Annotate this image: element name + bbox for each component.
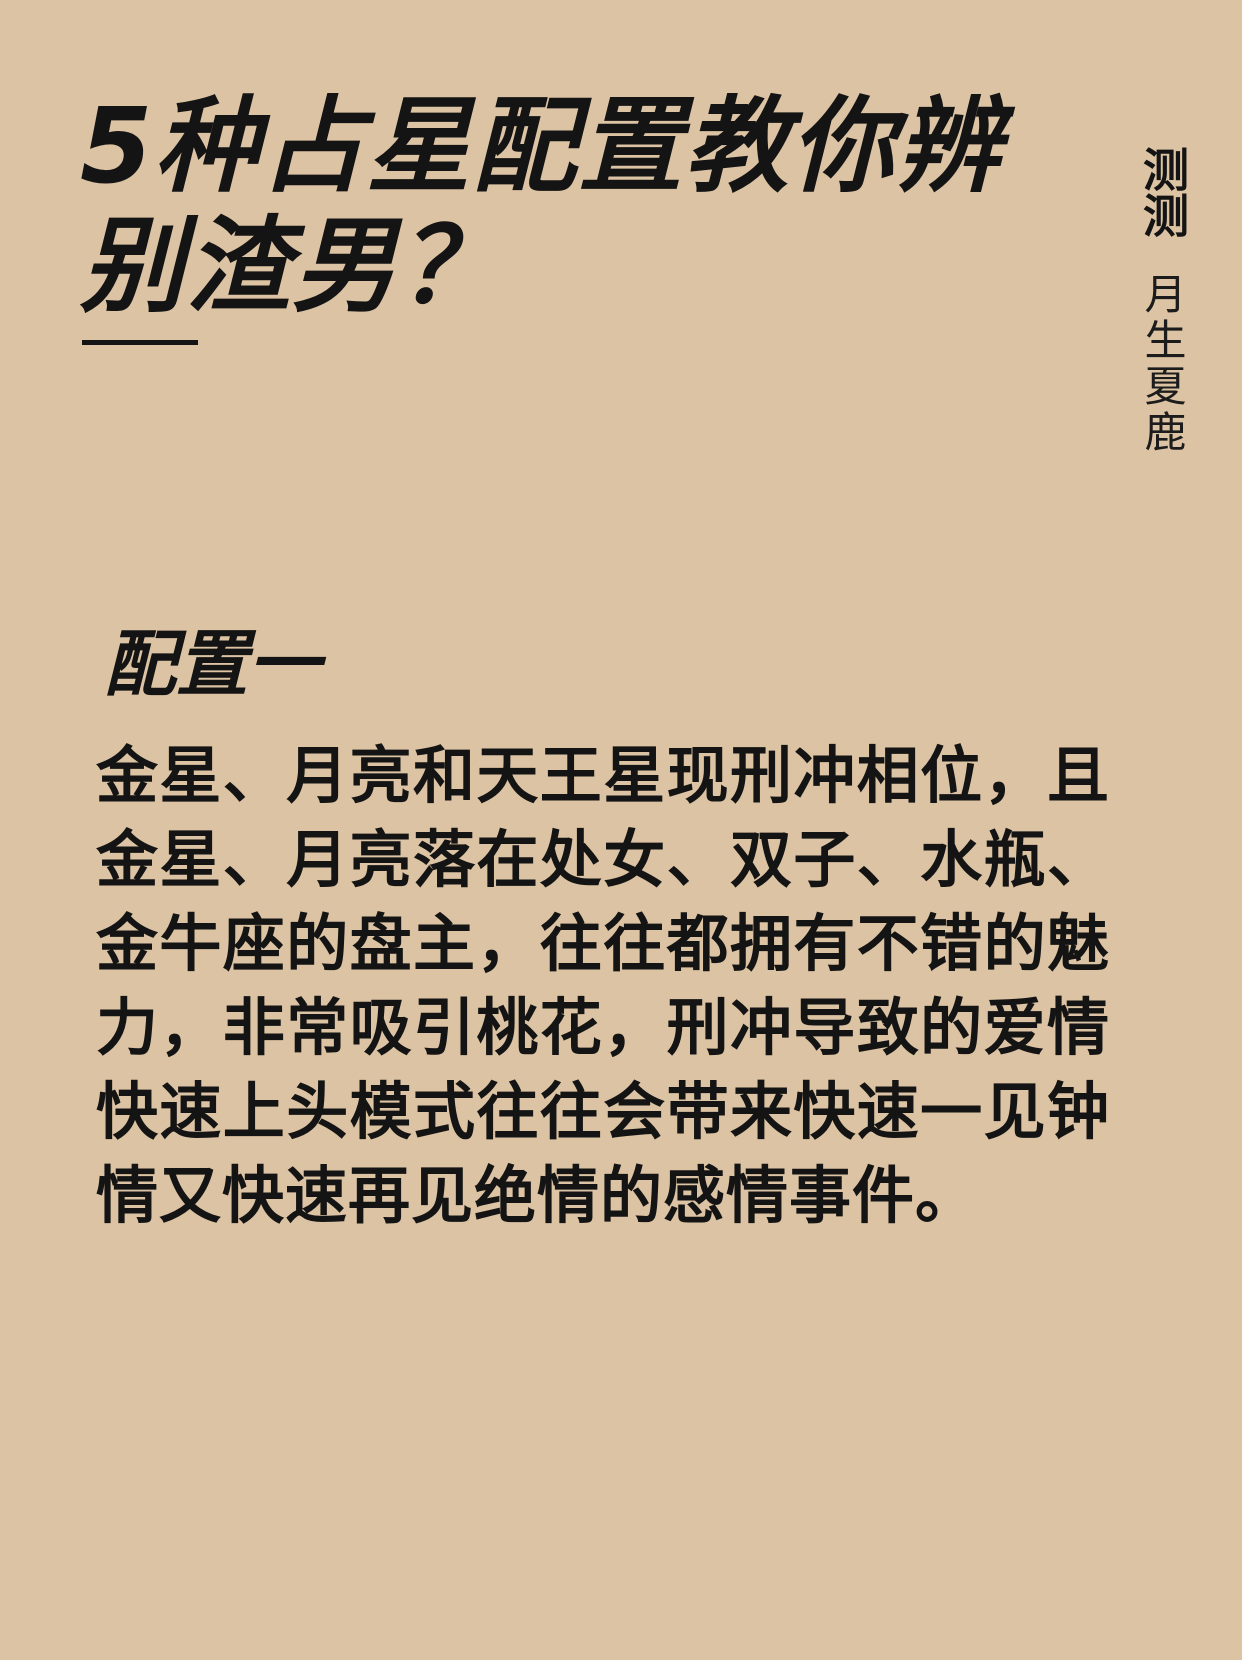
side-label: 测测 月生夏鹿 [1136,146,1192,456]
section-heading: 配置一 [104,622,321,706]
side-tag: 测测 [1136,146,1190,238]
author-name: 月生夏鹿 [1138,272,1187,456]
section-body: 金星、月亮和天王星现刑冲相位，且金星、月亮落在处女、双子、水瓶、金牛座的盘主，往… [96,739,1110,1232]
title-underline [82,340,198,345]
page-title: 5种占星配置教你辨别渣男？ [80,85,1003,327]
article-page: 5种占星配置教你辨别渣男？ 测测 月生夏鹿 配置一 金星、月亮和天王星现刑冲相位… [0,0,1242,1660]
